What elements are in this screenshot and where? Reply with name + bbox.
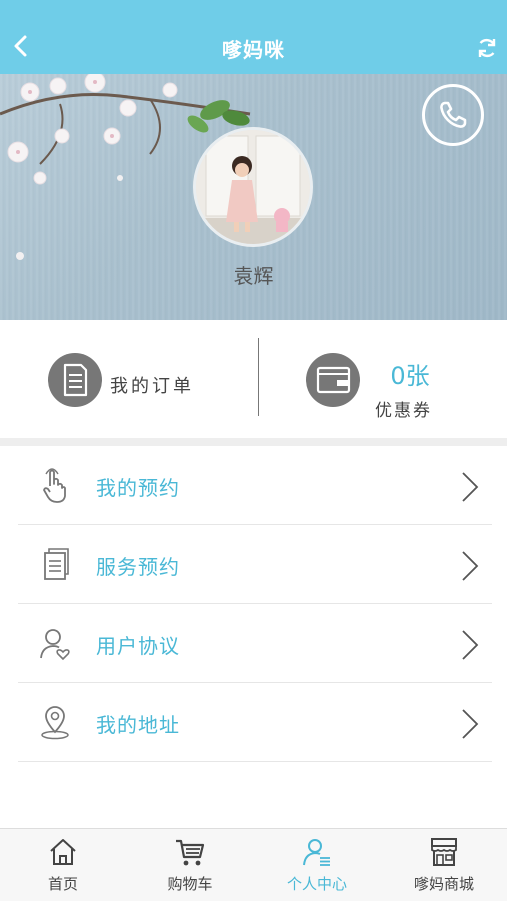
tab-personal-center[interactable]: 个人中心 (254, 829, 380, 901)
stats-divider (258, 338, 259, 416)
bottom-tab-bar: 首页 购物车 个人中心 嗲妈商城 (0, 828, 507, 901)
menu-item-service-booking[interactable]: 服务预约 (18, 525, 492, 604)
location-pin-icon (41, 706, 69, 740)
avatar-photo (196, 130, 310, 244)
orders-icon[interactable] (48, 353, 102, 407)
tab-cart[interactable]: 购物车 (127, 829, 253, 901)
tab-label: 购物车 (167, 875, 213, 893)
refresh-icon[interactable] (475, 36, 499, 60)
menu-item-my-appointments[interactable]: 我的预约 (18, 446, 492, 525)
username: 袁辉 (233, 264, 274, 288)
section-gap (0, 438, 507, 446)
profile-banner: 袁辉 (0, 74, 507, 320)
tab-label: 首页 (47, 875, 78, 893)
my-orders-link[interactable]: 我的订单 (110, 372, 194, 398)
chevron-right-icon (462, 709, 479, 739)
page-title: 嗲妈咪 (222, 38, 285, 62)
touch-hand-icon (43, 468, 66, 503)
store-icon (431, 838, 457, 866)
coupon-label[interactable]: 优惠券 (375, 396, 432, 421)
tab-label: 个人中心 (286, 875, 347, 893)
home-icon (50, 839, 76, 865)
phone-icon (440, 101, 467, 128)
avatar[interactable] (193, 127, 313, 247)
menu-item-my-address[interactable]: 我的地址 (18, 683, 492, 762)
chevron-right-icon (462, 472, 479, 502)
document-icon (44, 548, 69, 580)
tab-label: 嗲妈商城 (413, 875, 474, 893)
user-heart-icon (40, 629, 70, 661)
coupon-icon[interactable] (306, 353, 360, 407)
cart-icon (176, 839, 205, 866)
stats-panel: 我的订单 0张 优惠券 (0, 320, 507, 438)
call-button[interactable] (422, 84, 484, 146)
menu-label: 用户协议 (96, 634, 180, 658)
menu-label: 我的预约 (96, 476, 180, 500)
menu-item-user-agreement[interactable]: 用户协议 (18, 604, 492, 683)
menu-label: 我的地址 (96, 713, 180, 737)
wallet-icon (316, 366, 351, 394)
document-list-icon (63, 363, 88, 397)
chevron-right-icon (462, 630, 479, 660)
chevron-right-icon (462, 551, 479, 581)
tab-home[interactable]: 首页 (0, 829, 126, 901)
coupon-count[interactable]: 0张 (378, 356, 442, 391)
tab-store[interactable]: 嗲妈商城 (381, 829, 507, 901)
menu-label: 服务预约 (96, 555, 180, 579)
top-navigation-bar: 嗲妈咪 (0, 0, 507, 74)
user-icon (303, 839, 330, 866)
